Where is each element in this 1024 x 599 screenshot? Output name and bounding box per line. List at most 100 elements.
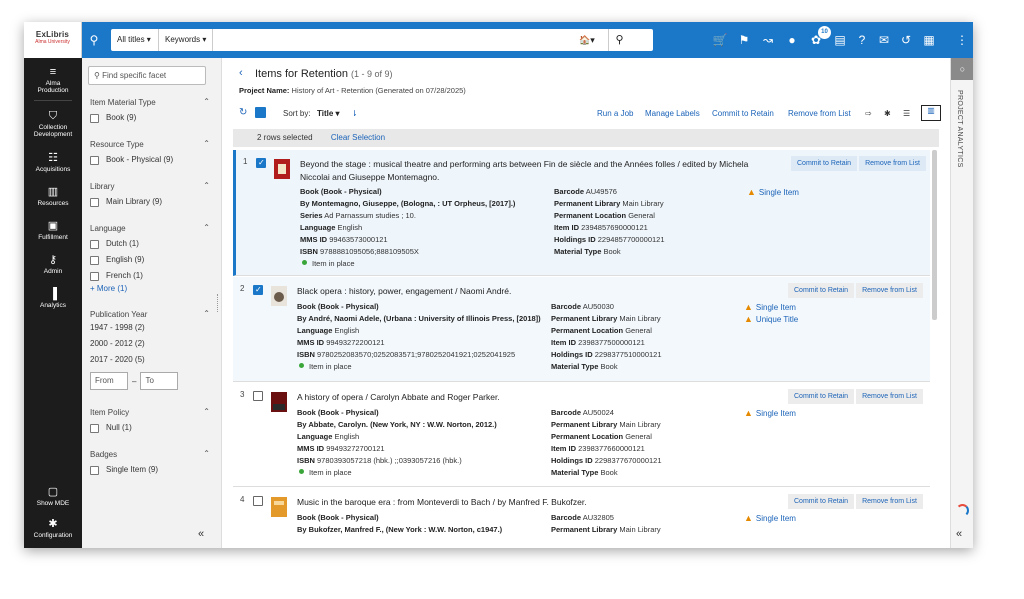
record-title[interactable]: Black opera : history, power, engagement… [297,285,767,298]
columns-icon[interactable]: ☰ [903,109,910,118]
scrollbar[interactable] [932,150,937,320]
chevron-up-icon[interactable]: ⌃ [203,449,210,458]
clipboard-icon[interactable]: ▤ [832,22,848,58]
facet-option[interactable]: Book (9) [90,110,212,126]
cart-icon[interactable]: 🛒 [712,22,728,58]
project-analytics-tab[interactable]: PROJECT ANALYTICS [956,90,963,168]
chevron-up-icon[interactable]: ⌃ [203,181,210,190]
record-title[interactable]: A history of opera / Carolyn Abbate and … [297,391,767,404]
checkbox[interactable] [90,423,99,433]
export-icon[interactable]: ⇨ [865,109,872,118]
facet-option[interactable]: 1947 - 1998 (2) [90,322,212,338]
search-assist-icon[interactable]: ⚲ [86,22,102,58]
facet-option[interactable]: Single Item (9) [90,462,212,478]
commit-to-retain-button[interactable]: Commit to Retain [788,494,855,509]
sort-select[interactable]: Title ▾ [317,109,340,118]
more-facets-link[interactable]: + More (1) [90,284,212,293]
facet-option[interactable]: Dutch (1) [90,236,212,252]
list-item[interactable]: 2 Black opera : history, power, engageme… [233,277,930,382]
facet-option[interactable]: Book - Physical (9) [90,152,212,168]
nav-item-resources[interactable]: ▥ Resources [24,186,82,207]
nav-item-admin[interactable]: ⚷ Admin [24,254,82,275]
nav-item-fulfillment[interactable]: ▣ Fulfillment [24,220,82,241]
checkbox[interactable] [90,113,99,123]
manage-labels-button[interactable]: Manage Labels [645,109,700,118]
search-button[interactable]: ⚲ [608,29,630,51]
collapse-facets-button[interactable]: « [198,528,204,540]
badge-single-item[interactable]: ▲ Single Item [744,512,796,525]
nav-item-show-mde[interactable]: ▢ Show MDE [24,486,82,507]
refresh-icon[interactable]: ↻ [239,107,247,118]
search-input[interactable] [214,31,574,49]
chat-icon[interactable]: ✉ [876,22,892,58]
remove-from-list-button[interactable]: Remove from List [856,283,923,298]
resize-handle[interactable] [217,294,219,312]
clear-selection-link[interactable]: Clear Selection [331,133,385,142]
facet-option[interactable]: French (1) [90,268,212,284]
list-item[interactable]: 3 A history of opera / Carolyn Abbate an… [233,383,930,487]
nav-item-configuration[interactable]: ✱ Configuration [24,518,82,539]
facet-option[interactable]: English (9) [90,252,212,268]
facet-option[interactable]: Null (1) [90,420,212,436]
sort-direction-icon[interactable]: ⇂ [351,109,358,118]
remove-from-list-button[interactable]: Remove from List [788,109,851,118]
collapse-panel-button[interactable]: « [956,528,962,540]
row-checkbox[interactable] [253,496,263,506]
settings-icon[interactable]: ✱ [884,109,891,118]
back-chevron-icon[interactable]: ‹ [239,67,243,79]
layout-icon[interactable]: ▦ [921,22,937,58]
record-title[interactable]: Beyond the stage : musical theatre and p… [300,158,770,184]
remove-from-list-button[interactable]: Remove from List [856,494,923,509]
run-job-button[interactable]: Run a Job [597,109,633,118]
checkbox[interactable] [90,465,99,475]
checkbox[interactable] [90,197,99,207]
checkbox[interactable] [90,239,99,249]
badge-unique-title[interactable]: ▲ Unique Title [744,313,798,326]
facet-option[interactable]: 2000 - 2012 (2) [90,338,212,354]
chevron-up-icon[interactable]: ⌃ [203,139,210,148]
search-field-select[interactable]: Keywords ▾ [159,29,213,51]
search-scope-select[interactable]: All titles ▾ [111,29,159,51]
year-to-input[interactable]: To [140,372,179,390]
list-item[interactable]: 1 Beyond the stage : musical theatre and… [233,150,930,276]
facet-option[interactable]: Main Library (9) [90,194,212,210]
more-menu-icon[interactable]: ⋮ [954,22,970,58]
logo[interactable]: ExLibris Alma University [24,22,82,58]
split-view-icon[interactable]: ▥ [921,105,941,121]
nav-item-analytics[interactable]: ▐ Analytics [24,288,82,309]
row-checkbox[interactable] [253,391,263,401]
row-checkbox[interactable] [253,285,263,295]
chevron-up-icon[interactable]: ⌃ [203,407,210,416]
panel-toggle-icon[interactable]: ○ [951,58,973,80]
remove-from-list-button[interactable]: Remove from List [856,389,923,404]
row-checkbox[interactable] [256,158,266,168]
list-item[interactable]: 4 Music in the baroque era : from Montev… [233,488,930,548]
facet-search-input[interactable]: ⚲ Find specific facet [88,66,206,85]
commit-to-retain-button[interactable]: Commit to Retain [788,283,855,298]
commit-to-retain-button[interactable]: Commit to Retain [712,109,774,118]
chevron-up-icon[interactable]: ⌃ [203,309,210,318]
checkbox[interactable] [90,155,99,165]
task-help-icon[interactable]: ↝ [760,22,776,58]
user-icon[interactable]: ● [784,22,800,58]
nav-item-collection-development[interactable]: ⛉ Collection Development [24,110,82,138]
year-from-input[interactable]: From [90,372,128,390]
help-icon[interactable]: ? [854,22,870,58]
badge-single-item[interactable]: ▲ Single Item [747,186,799,199]
checkbox[interactable] [90,271,99,281]
nav-item-acquisitions[interactable]: ☷ Acquisitions [24,152,82,173]
remove-from-list-button[interactable]: Remove from List [859,156,926,171]
facet-option[interactable]: 2017 - 2020 (5) [90,354,212,370]
home-select[interactable]: 🏠▾ [579,29,601,51]
commit-to-retain-button[interactable]: Commit to Retain [788,389,855,404]
badge-single-item[interactable]: ▲ Single Item [744,407,796,420]
nav-item-alma-production[interactable]: ≡ Alma Production [24,66,82,94]
record-title[interactable]: Music in the baroque era : from Montever… [297,496,767,509]
select-all-checkbox[interactable] [255,107,266,118]
history-icon[interactable]: ↺ [898,22,914,58]
chevron-up-icon[interactable]: ⌃ [203,97,210,106]
checkbox[interactable] [90,255,99,265]
commit-to-retain-button[interactable]: Commit to Retain [791,156,858,171]
chevron-up-icon[interactable]: ⌃ [203,223,210,232]
location-icon[interactable]: ⚑ [736,22,752,58]
